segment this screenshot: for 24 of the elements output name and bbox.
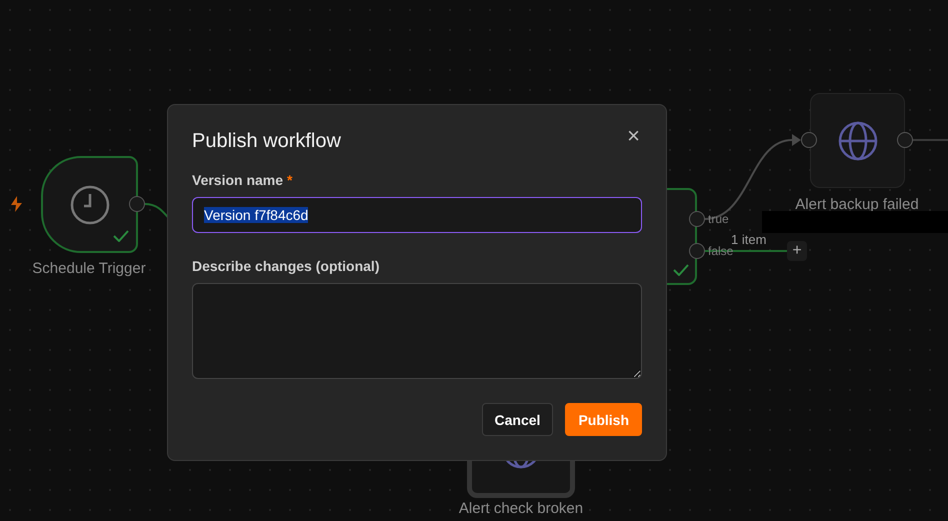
port-label: true <box>708 212 729 226</box>
node-label: Alert backup failed <box>795 196 919 213</box>
output-port[interactable] <box>689 211 705 227</box>
dialog-title: Publish workflow <box>192 130 341 153</box>
output-port[interactable] <box>129 196 145 212</box>
output-port[interactable] <box>689 243 705 259</box>
trigger-node[interactable] <box>41 156 138 253</box>
cancel-button[interactable]: Cancel <box>482 403 554 436</box>
lightning-icon <box>10 196 23 212</box>
connection-line <box>913 139 948 141</box>
node-label: Alert check broken <box>458 500 584 517</box>
http-node[interactable] <box>810 93 905 188</box>
output-port[interactable] <box>897 132 913 148</box>
clock-icon <box>70 184 110 224</box>
close-button[interactable]: × <box>625 127 642 145</box>
field-label: Describe changes (optional) <box>192 258 380 274</box>
input-port[interactable] <box>801 132 817 148</box>
description-field[interactable] <box>192 283 642 379</box>
globe-icon <box>838 120 878 160</box>
version-name-field[interactable]: Version f7f84c6d <box>192 197 642 233</box>
field-label: Version name * <box>192 172 294 188</box>
node-label: Schedule Trigger <box>32 260 146 277</box>
add-node-button[interactable]: + <box>787 241 807 261</box>
edge-label: 1 item <box>731 232 766 247</box>
